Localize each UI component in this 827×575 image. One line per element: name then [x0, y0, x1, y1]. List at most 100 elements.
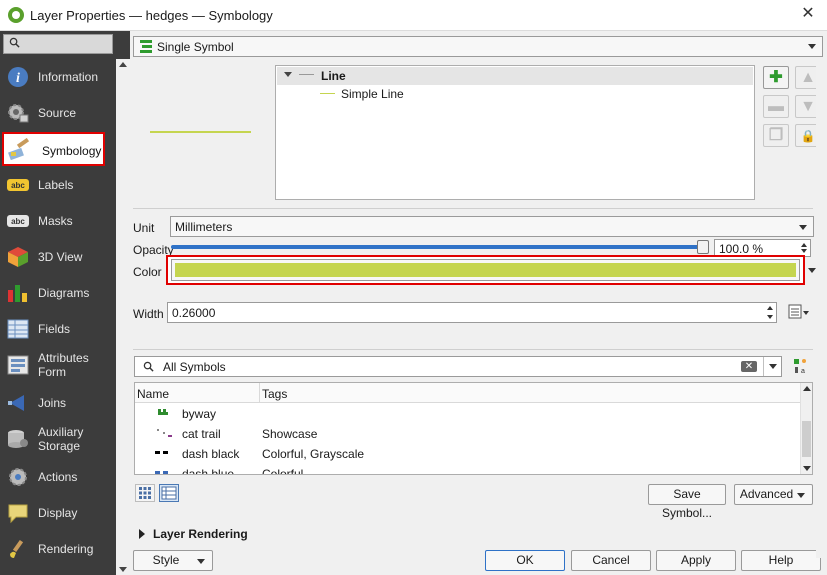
data-defined-override-icon[interactable] [786, 302, 810, 322]
tree-item-simple-line[interactable]: Simple Line [341, 87, 404, 101]
unit-select[interactable]: Millimeters [170, 216, 814, 237]
scroll-down-icon[interactable] [803, 466, 811, 471]
sidebar-item-label: Fields [38, 322, 71, 336]
sidebar-item-label: Display [38, 506, 78, 520]
add-symbol-layer-button[interactable]: ✚ [763, 66, 789, 89]
renderer-type-select[interactable]: Single Symbol [133, 36, 823, 57]
sidebar-item-display[interactable]: Display [0, 496, 116, 530]
grid-view-icon [139, 487, 151, 499]
chevron-down-icon[interactable] [769, 364, 777, 369]
divider [133, 349, 813, 350]
ok-button[interactable]: OK [485, 550, 565, 571]
spin-up-icon[interactable] [801, 243, 807, 247]
opacity-slider-handle[interactable] [697, 240, 709, 254]
svg-text:i: i [16, 71, 20, 86]
column-header-name[interactable]: Name [137, 387, 169, 401]
sidebar-item-fields[interactable]: Fields [0, 312, 116, 346]
chevron-down-icon [799, 225, 807, 230]
main-scrollbar[interactable] [816, 60, 827, 558]
save-symbol-button[interactable]: Save Symbol... [648, 484, 726, 520]
cube-3d-icon [8, 247, 28, 267]
tree-item-line[interactable] [277, 67, 753, 85]
style-button-label: Style [152, 553, 180, 567]
table-scrollbar[interactable] [800, 383, 812, 474]
sidebar-item-label-line2: Form [38, 365, 66, 379]
diagrams-icon [8, 285, 27, 302]
width-label: Width [133, 307, 164, 321]
qgis-logo-icon [8, 7, 24, 23]
style-button[interactable]: Style [133, 550, 213, 571]
sidebar-item-auxiliary-storage[interactable]: Auxiliary Storage [0, 422, 116, 456]
icon-view-button[interactable] [135, 484, 155, 502]
clear-icon[interactable]: ✕ [741, 361, 757, 372]
fields-table-icon [7, 319, 29, 339]
list-view-icon [161, 486, 177, 500]
symbol-tags: Colorful [262, 467, 304, 475]
layer-rendering-header[interactable]: Layer Rendering [153, 527, 248, 541]
width-spinbox[interactable]: 0.26000 [167, 302, 777, 323]
dash-blue-symbol-swatch [155, 471, 168, 474]
sidebar-item-label: Symbology [42, 144, 102, 158]
sidebar-item-labels[interactable]: abc Labels [0, 168, 116, 202]
scrollbar-thumb[interactable] [802, 421, 811, 457]
spin-up-icon[interactable] [767, 306, 773, 310]
window-title: Layer Properties — hedges — Symbology [30, 8, 273, 23]
symbol-name: byway [182, 407, 217, 421]
sidebar-item-rendering[interactable]: Rendering [0, 532, 116, 566]
apply-button[interactable]: Apply [656, 550, 736, 571]
table-row[interactable]: dash blue Colorful [135, 464, 800, 475]
divider [133, 208, 813, 209]
expand-arrow-icon[interactable] [139, 529, 145, 539]
sidebar-item-label: Masks [38, 214, 73, 228]
table-row[interactable]: cat trail Showcase [135, 424, 800, 444]
cancel-button[interactable]: Cancel [571, 550, 651, 571]
dash-black-symbol-swatch [155, 451, 168, 454]
plus-icon: ✚ [769, 69, 783, 86]
table-row[interactable]: byway [135, 404, 800, 424]
symbol-preview [150, 131, 251, 133]
sidebar-item-attributes-form[interactable]: Attributes Form [0, 348, 116, 382]
table-row[interactable]: dash black Colorful, Grayscale [135, 444, 800, 464]
sidebar-item-label-line1: Attributes [38, 351, 89, 365]
opacity-slider[interactable] [171, 245, 704, 249]
scroll-up-icon[interactable] [803, 386, 811, 391]
column-header-tags[interactable]: Tags [262, 387, 287, 401]
remove-symbol-layer-button[interactable]: ▬ [763, 95, 789, 118]
actions-gear-icon [9, 468, 27, 486]
spin-down-icon[interactable] [767, 315, 773, 319]
sidebar-item-3d-view[interactable]: 3D View [0, 240, 116, 274]
symbology-paintbrush-icon [8, 138, 30, 160]
sidebar-item-symbology[interactable]: Symbology [2, 132, 105, 166]
help-button[interactable]: Help [741, 550, 821, 571]
chevron-down-icon [797, 493, 805, 498]
expand-arrow-icon[interactable] [284, 72, 292, 77]
sidebar-search-input[interactable] [3, 34, 113, 54]
sidebar-item-diagrams[interactable]: Diagrams [0, 276, 116, 310]
color-menu-dropdown[interactable] [806, 259, 816, 281]
color-button[interactable] [171, 259, 800, 281]
rendering-paintbrush-icon [10, 539, 24, 558]
symbol-search-input[interactable]: All Symbols ✕ [134, 356, 782, 377]
sidebar-item-joins[interactable]: Joins [0, 386, 116, 420]
scroll-down-icon[interactable] [119, 567, 127, 572]
spin-down-icon[interactable] [801, 249, 807, 253]
sidebar-item-label-line1: Auxiliary [38, 425, 84, 439]
close-icon[interactable]: ✕ [799, 5, 817, 23]
sidebar-item-label: Information [38, 70, 99, 84]
sidebar-scrollbar[interactable] [116, 59, 130, 575]
table-header: Name Tags [135, 383, 812, 403]
sidebar-item-masks[interactable]: abc Masks [0, 204, 116, 238]
attributes-form-icon [7, 355, 29, 375]
sidebar-item-label: Source [38, 106, 77, 120]
symbol-tags: Colorful, Grayscale [262, 447, 365, 461]
sidebar-item-actions[interactable]: Actions [0, 460, 116, 494]
sidebar-item-information[interactable]: i Information [0, 60, 116, 94]
scroll-up-icon[interactable] [119, 62, 127, 67]
single-symbol-icon [140, 40, 152, 53]
sidebar-item-source[interactable]: Source [0, 96, 116, 130]
style-manager-icon[interactable]: a [792, 357, 810, 375]
duplicate-symbol-layer-button[interactable]: ❐ [763, 124, 789, 147]
advanced-button[interactable]: Advanced [734, 484, 813, 505]
list-view-button[interactable] [159, 484, 179, 502]
symbol-search-value: All Symbols [163, 360, 226, 374]
